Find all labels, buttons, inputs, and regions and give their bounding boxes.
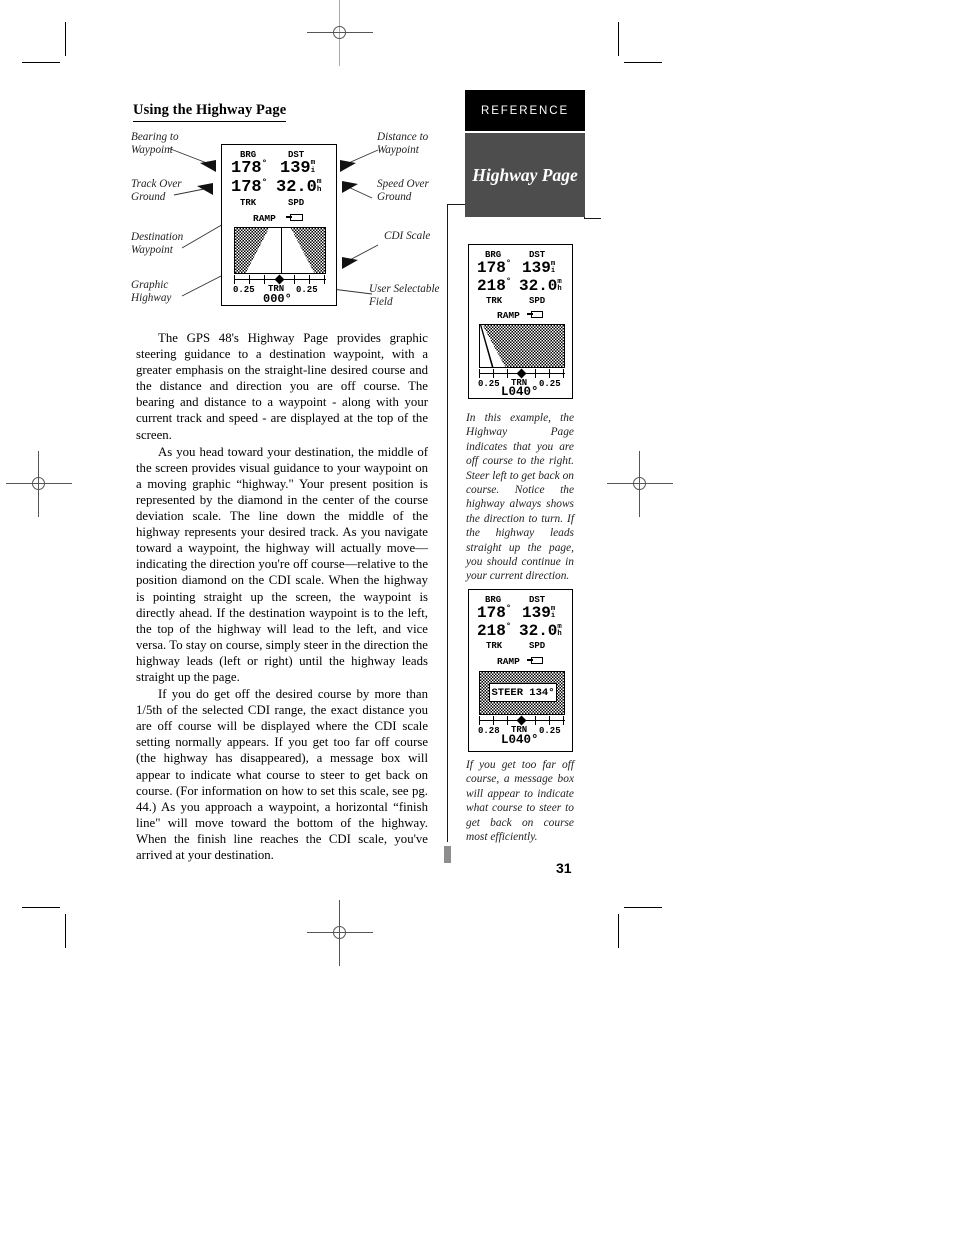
gps-ex2-cdi-right: 0.25: [539, 726, 561, 736]
callout-distance-to-waypoint: Distance to Waypoint: [377, 131, 429, 156]
gps-screen-off-course: BRG DST 178° 139m i 218° 32.0m h TRK SPD R…: [468, 244, 573, 399]
body-paragraph-3: If you do get off the desired course by …: [136, 687, 428, 862]
gps-main-label-spd: SPD: [288, 198, 305, 208]
gps-ex1-label-trk: TRK: [486, 296, 503, 306]
crop-mark-tr-v: [618, 22, 620, 56]
callout-bearing-to-waypoint: Bearing to Waypoint: [131, 131, 179, 156]
body-paragraph-2: As you head toward your destination, the…: [136, 444, 428, 684]
gps-main-value-trn: 000°: [263, 292, 292, 306]
callout-destination-waypoint: Destination Waypoint: [131, 231, 184, 256]
gps-ex2-highway-graphic: STEER 134°: [479, 671, 565, 715]
gps-ex2-waypoint-icon-arrow: [527, 659, 533, 661]
sidebar-rule-hook: [447, 204, 467, 206]
gps-ex2-waypoint-name: RAMP: [497, 656, 520, 667]
gps-main-position-diamond: [274, 274, 285, 285]
chapter-tab-hook: [584, 200, 601, 219]
crop-mark-bl-h: [22, 907, 60, 909]
gps-ex2-value-dst: 139m i: [522, 604, 556, 622]
section-end-mark: [444, 846, 451, 863]
gps-screen-message-box: BRG DST 178° 139m i 218° 32.0m h TRK SPD R…: [468, 589, 573, 752]
body-paragraph-1: The GPS 48's Highway Page provides graph…: [136, 331, 428, 442]
sidebar-caption-message-box: If you get too far off course, a message…: [466, 759, 574, 844]
gps-ex2-label-spd: SPD: [529, 641, 546, 651]
page-title: Using the Highway Page: [133, 102, 287, 122]
gps-ex1-value-dst: 139m i: [522, 259, 556, 277]
crop-mark-tr-h: [624, 62, 662, 64]
gps-main-highway-graphic: [234, 227, 326, 274]
gps-ex1-highway-graphic: [479, 324, 565, 368]
gps-ex2-position-diamond: [516, 715, 527, 726]
reference-bar: REFERENCE: [465, 90, 585, 131]
gps-ex1-value-spd: 32.0m h: [519, 277, 562, 295]
gps-ex1-position-diamond: [516, 368, 527, 379]
callout-speed-over-ground: Speed Over Ground: [377, 178, 429, 203]
registration-mark-top: [307, 0, 373, 66]
gps-main-label-trk: TRK: [240, 198, 257, 208]
reference-bar-label: REFERENCE: [480, 104, 570, 117]
sidebar-caption-off-course: In this example, the Highway Page indica…: [466, 412, 574, 583]
gps-ex1-value-trk: 218°: [477, 276, 512, 295]
gps-ex1-waypoint-icon-arrow: [527, 313, 533, 315]
chapter-tab: Highway Page: [465, 133, 585, 217]
registration-mark-bottom: [307, 900, 373, 966]
registration-mark-right: [607, 451, 673, 517]
crop-mark-br-h: [624, 907, 662, 909]
gps-ex2-steer-message-box: STEER 134°: [489, 683, 557, 702]
callout-track-over-ground: Track Over Ground: [131, 178, 182, 203]
gps-main-center-line: [280, 228, 282, 273]
gps-main-value-brg: 178°: [231, 157, 268, 178]
crop-mark-tl-h: [22, 62, 60, 64]
callout-cdi-scale: CDI Scale: [384, 230, 431, 242]
gps-main-waypoint-icon-arrow: [286, 216, 292, 218]
gps-ex2-value-spd: 32.0m h: [519, 622, 562, 640]
gps-main-value-trk: 178°: [231, 176, 268, 197]
gps-ex1-cdi-left: 0.25: [478, 379, 500, 389]
crop-mark-br-v: [618, 914, 620, 948]
gps-ex1-value-brg: 178°: [477, 258, 512, 277]
gps-main-cdi-left: 0.25: [233, 285, 255, 295]
gps-ex1-cdi-right: 0.25: [539, 379, 561, 389]
gps-main-value-dst: 139m i: [280, 159, 316, 178]
gps-main-value-spd: 32.0m h: [276, 178, 322, 197]
manual-page: Using the Highway Page Bearing to Waypoin…: [0, 0, 954, 1235]
chapter-tab-label: Highway Page: [472, 164, 578, 185]
gps-ex2-value-brg: 178°: [477, 603, 512, 622]
registration-mark-left: [6, 451, 72, 517]
crop-mark-bl-v: [65, 914, 67, 948]
callout-graphic-highway: Graphic Highway: [131, 279, 172, 304]
gps-ex1-label-spd: SPD: [529, 296, 546, 306]
gps-ex2-cdi-left: 0.28: [478, 726, 500, 736]
callout-user-selectable-field: User Selectable Field: [369, 283, 440, 308]
gps-ex2-value-trn: L040°: [501, 733, 539, 747]
gps-ex2-value-trk: 218°: [477, 621, 512, 640]
gps-main-waypoint-name: RAMP: [253, 213, 276, 224]
gps-ex1-value-trn: L040°: [501, 385, 539, 399]
gps-ex2-label-trk: TRK: [486, 641, 503, 651]
body-text: The GPS 48's Highway Page provides graph…: [136, 330, 428, 863]
gps-ex2-steer-message-text: STEER 134°: [491, 686, 555, 699]
page-number: 31: [556, 860, 572, 876]
gps-main-cdi-right: 0.25: [296, 285, 318, 295]
sidebar-divider-rule: [447, 205, 449, 842]
gps-screen-main: BRG DST 178° 139m i 178° 32.0m h TRK SPD R…: [221, 144, 337, 306]
crop-mark-tl-v: [65, 22, 67, 56]
gps-ex1-waypoint-name: RAMP: [497, 310, 520, 321]
